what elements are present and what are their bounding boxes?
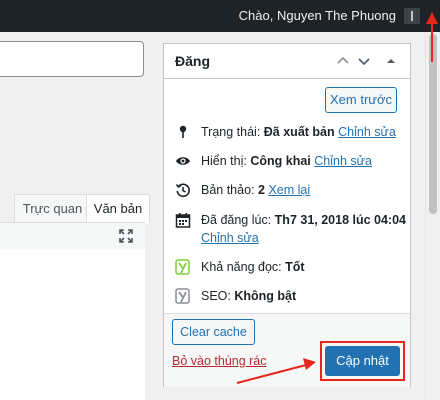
readability-value: Tốt	[285, 260, 305, 274]
edit-status-link[interactable]: Chỉnh sửa	[338, 125, 396, 139]
page-scrollbar[interactable]	[425, 32, 440, 400]
preview-button[interactable]: Xem trước	[325, 87, 397, 113]
edit-visibility-link[interactable]: Chỉnh sửa	[314, 154, 372, 168]
published-label: Đã đăng lúc:	[201, 213, 272, 227]
published-value: Th7 31, 2018 lúc 04:04	[274, 213, 407, 227]
editor-content-area[interactable]	[0, 249, 145, 400]
admin-bar: Chào, Nguyen The Phuong	[0, 0, 440, 32]
readability-label: Khả năng đọc:	[201, 260, 282, 274]
major-publishing-actions: Clear cache Bỏ vào thùng rác Cập nhật	[164, 313, 410, 387]
fullscreen-icon[interactable]	[119, 229, 133, 243]
calendar-icon	[175, 213, 191, 228]
seo-label: SEO:	[201, 289, 231, 303]
update-highlight-box: Cập nhật	[320, 341, 405, 381]
scrollbar-thumb[interactable]	[429, 34, 437, 214]
status-label: Trạng thái:	[201, 125, 261, 139]
tab-text[interactable]: Văn bản	[86, 194, 150, 224]
edit-date-link[interactable]: Chỉnh sửa	[201, 231, 259, 245]
pin-icon	[179, 125, 187, 138]
editor-toolbar	[0, 222, 145, 250]
yoast-readability-icon	[175, 259, 190, 275]
visibility-value: Công khai	[250, 154, 311, 168]
collapse-toggle-icon[interactable]	[384, 54, 398, 68]
revisions-count: 2	[258, 183, 265, 197]
yoast-seo-icon	[175, 288, 190, 304]
browse-revisions-link[interactable]: Xem lại	[268, 183, 310, 197]
status-value: Đã xuất bản	[263, 125, 335, 139]
publish-box-title: Đăng	[175, 53, 210, 69]
post-title-input[interactable]	[0, 41, 144, 77]
publish-box: Đăng Xem trước Trạng thái: Đã xuất bản C…	[163, 43, 411, 387]
eye-icon	[176, 157, 190, 165]
publish-box-header: Đăng	[164, 44, 410, 79]
chevron-up-icon[interactable]	[336, 54, 350, 68]
avatar[interactable]	[404, 8, 420, 24]
clear-cache-button[interactable]: Clear cache	[172, 319, 255, 345]
visibility-label: Hiển thị:	[201, 154, 247, 168]
chevron-down-icon[interactable]	[357, 54, 371, 68]
tab-visual[interactable]: Trực quan	[14, 194, 91, 224]
update-button[interactable]: Cập nhật	[325, 346, 400, 376]
move-to-trash-link[interactable]: Bỏ vào thùng rác	[172, 354, 267, 368]
history-icon	[175, 183, 190, 198]
seo-value: Không bật	[234, 289, 297, 303]
user-greeting[interactable]: Chào, Nguyen The Phuong	[239, 0, 396, 32]
revisions-label: Bản thảo:	[201, 183, 255, 197]
